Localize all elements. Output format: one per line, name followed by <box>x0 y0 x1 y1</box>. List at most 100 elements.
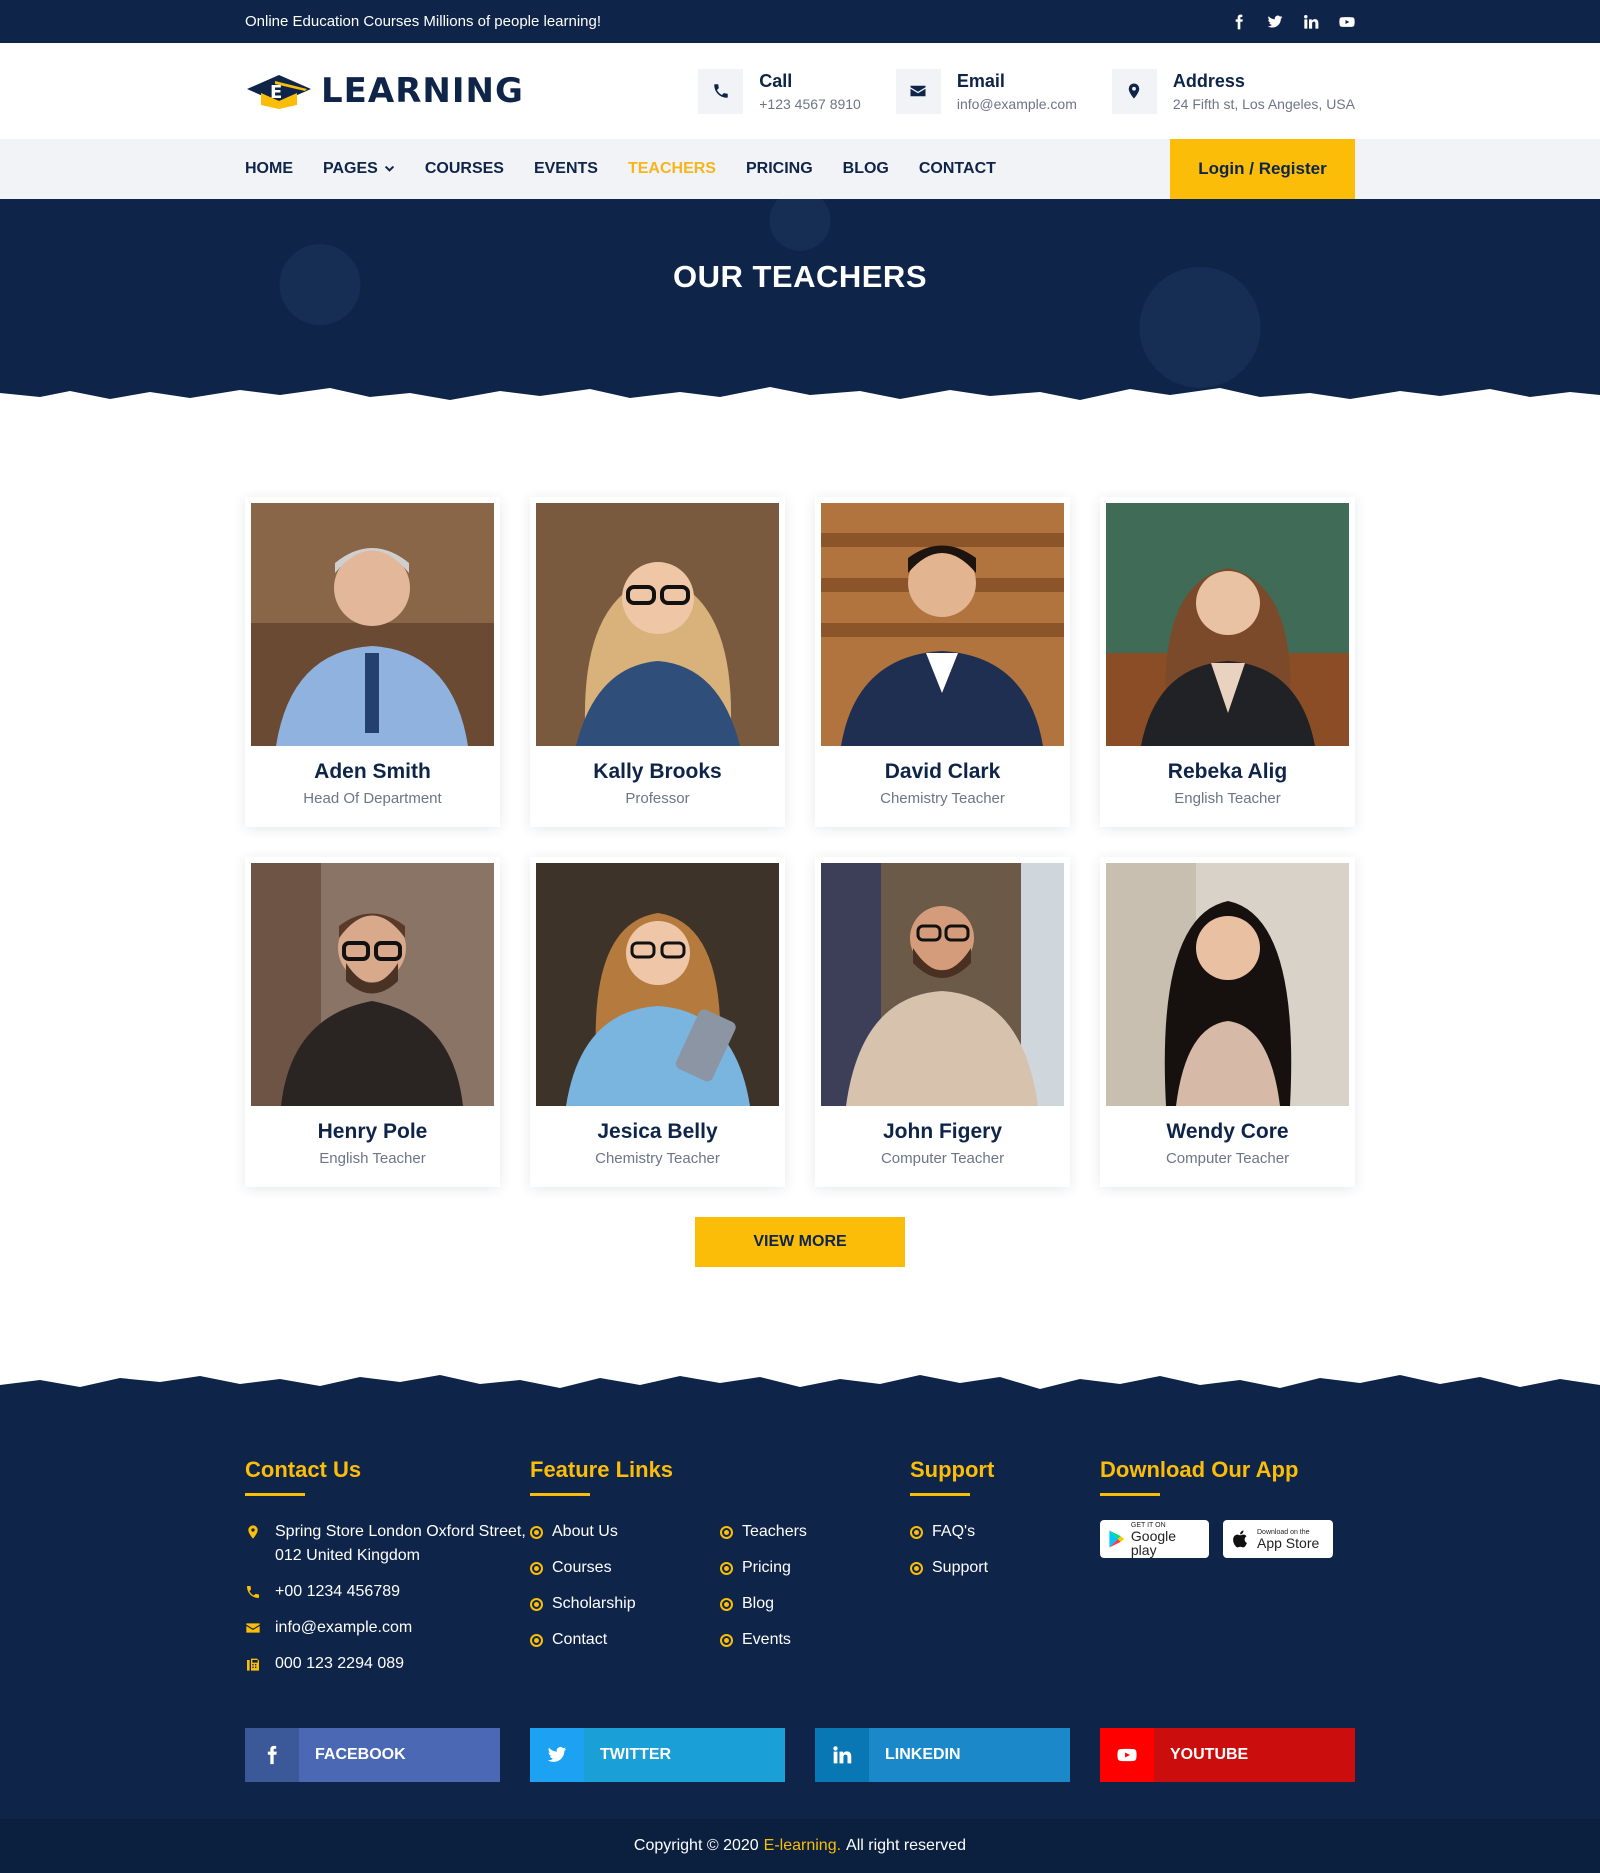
teacher-photo <box>1106 503 1349 746</box>
logo-text: LEARNING <box>321 71 524 111</box>
nav-item-contact[interactable]: CONTACT <box>919 160 996 178</box>
nav-item-pricing[interactable]: PRICING <box>746 160 813 178</box>
teacher-photo <box>821 503 1064 746</box>
footer-columns: Contact Us Spring Store London Oxford St… <box>245 1457 1355 1688</box>
bullet-icon <box>720 1561 733 1575</box>
heading-underline <box>910 1493 970 1496</box>
footer-link-scholarship[interactable]: Scholarship <box>530 1592 720 1616</box>
map-marker-icon <box>248 1525 258 1539</box>
footer-link-courses[interactable]: Courses <box>530 1556 720 1580</box>
twitter-button[interactable]: TWITTER <box>530 1728 785 1782</box>
teacher-card[interactable]: John Figery Computer Teacher <box>815 857 1070 1187</box>
nav-item-courses[interactable]: COURSES <box>425 160 504 178</box>
linkedin-button[interactable]: LINKEDIN <box>815 1728 1070 1782</box>
contact-email: Email info@example.com <box>895 68 1077 114</box>
torn-paper-edge <box>0 387 1600 413</box>
footer-phone[interactable]: +00 1234 456789 <box>245 1580 530 1604</box>
bullet-icon <box>720 1597 733 1611</box>
contact-call-value[interactable]: +123 4567 8910 <box>759 96 861 112</box>
contact-address: Address 24 Fifth st, Los Angeles, USA <box>1111 68 1355 114</box>
footer-link-events[interactable]: Events <box>720 1628 910 1652</box>
nav-item-teachers[interactable]: TEACHERS <box>628 160 716 178</box>
chevron-down-icon <box>384 165 394 172</box>
nav-item-pages[interactable]: PAGES <box>323 160 395 178</box>
bullet-icon <box>720 1525 733 1539</box>
teacher-photo <box>536 503 779 746</box>
teacher-name: Kally Brooks <box>593 760 722 783</box>
teacher-role: Head Of Department <box>303 790 442 807</box>
teacher-role: English Teacher <box>1174 790 1281 807</box>
teacher-role: English Teacher <box>319 1150 426 1167</box>
facebook-icon[interactable] <box>1231 14 1247 30</box>
app-store-badge[interactable]: Download on the App Store <box>1223 1520 1333 1558</box>
footer-social-buttons: FACEBOOK TWITTER LINKEDIN YOUTUBE <box>245 1728 1355 1782</box>
footer-link-support[interactable]: Support <box>910 1556 1100 1580</box>
phone-icon <box>247 1586 259 1598</box>
twitter-icon <box>530 1728 584 1782</box>
twitter-icon[interactable] <box>1267 14 1283 30</box>
teacher-photo <box>251 503 494 746</box>
teacher-card[interactable]: Wendy Core Computer Teacher <box>1100 857 1355 1187</box>
footer-link-about-us[interactable]: About Us <box>530 1520 720 1544</box>
teacher-name: David Clark <box>884 760 1001 783</box>
teacher-card[interactable]: Rebeka Alig English Teacher <box>1100 497 1355 827</box>
header: E LEARNING Call +123 4567 8910 Email inf… <box>0 43 1600 139</box>
envelope-icon <box>895 68 941 114</box>
footer-link-teachers[interactable]: Teachers <box>720 1520 910 1544</box>
linkedin-icon <box>815 1728 869 1782</box>
teacher-role: Professor <box>625 790 690 807</box>
nav-item-home[interactable]: HOME <box>245 160 293 178</box>
footer: Contact Us Spring Store London Oxford St… <box>0 1365 1600 1873</box>
youtube-icon <box>1100 1728 1154 1782</box>
teacher-name: Wendy Core <box>1166 1120 1289 1143</box>
contact-call-title: Call <box>759 70 793 91</box>
teacher-card[interactable]: David Clark Chemistry Teacher <box>815 497 1070 827</box>
view-more-button[interactable]: VIEW MORE <box>695 1217 905 1267</box>
footer-address: Spring Store London Oxford Street, 012 U… <box>245 1520 530 1568</box>
contact-address-title: Address <box>1172 70 1245 91</box>
login-register-button[interactable]: Login / Register <box>1170 139 1355 199</box>
svg-text:E: E <box>270 82 282 103</box>
footer-heading: Contact Us <box>245 1457 362 1482</box>
contact-address-value: 24 Fifth st, Los Angeles, USA <box>1172 95 1355 112</box>
copyright-suffix: All right reserved <box>846 1837 967 1854</box>
footer-heading: Download Our App <box>1100 1457 1299 1482</box>
teacher-photo <box>821 863 1064 1106</box>
teacher-card[interactable]: Henry Pole English Teacher <box>245 857 500 1187</box>
teacher-card[interactable]: Kally Brooks Professor <box>530 497 785 827</box>
logo[interactable]: E LEARNING <box>245 71 524 111</box>
footer-link-blog[interactable]: Blog <box>720 1592 910 1616</box>
linkedin-icon[interactable] <box>1303 14 1319 30</box>
teacher-photo <box>251 863 494 1106</box>
teacher-name: Henry Pole <box>317 1120 428 1143</box>
google-play-badge[interactable]: GET IT ON Google play <box>1100 1520 1209 1558</box>
teachers-section: Aden Smith Head Of Department Kally Broo… <box>0 413 1600 1267</box>
teacher-role: Computer Teacher <box>880 1150 1005 1167</box>
fax-icon <box>247 1658 259 1671</box>
nav-item-events[interactable]: EVENTS <box>534 160 598 178</box>
facebook-button[interactable]: FACEBOOK <box>245 1728 500 1782</box>
teacher-name: John Figery <box>882 1120 1003 1143</box>
teacher-role: Chemistry Teacher <box>880 790 1005 807</box>
youtube-icon[interactable] <box>1339 14 1355 30</box>
header-contacts: Call +123 4567 8910 Email info@example.c… <box>698 68 1355 114</box>
heading-underline <box>1100 1493 1160 1496</box>
teachers-grid: Aden Smith Head Of Department Kally Broo… <box>245 497 1355 1187</box>
footer-link-contact[interactable]: Contact <box>530 1628 720 1652</box>
nav-item-blog[interactable]: BLOG <box>843 160 889 178</box>
teacher-name: Aden Smith <box>314 760 431 783</box>
teacher-role: Computer Teacher <box>1165 1150 1290 1167</box>
footer-link-faqs[interactable]: FAQ's <box>910 1520 1100 1544</box>
footer-email[interactable]: info@example.com <box>245 1616 530 1640</box>
teacher-card[interactable]: Jesica Belly Chemistry Teacher <box>530 857 785 1187</box>
contact-email-value[interactable]: info@example.com <box>957 96 1077 112</box>
teacher-card[interactable]: Aden Smith Head Of Department <box>245 497 500 827</box>
tagline: Online Education Courses Millions of peo… <box>245 13 602 30</box>
bullet-icon <box>720 1633 733 1647</box>
youtube-button[interactable]: YOUTUBE <box>1100 1728 1355 1782</box>
teacher-photo <box>1106 863 1349 1106</box>
copyright-brand-link[interactable]: E-learning. <box>764 1837 841 1855</box>
footer-link-pricing[interactable]: Pricing <box>720 1556 910 1580</box>
phone-icon <box>698 68 744 114</box>
graduation-cap-logo-icon: E <box>247 75 311 109</box>
